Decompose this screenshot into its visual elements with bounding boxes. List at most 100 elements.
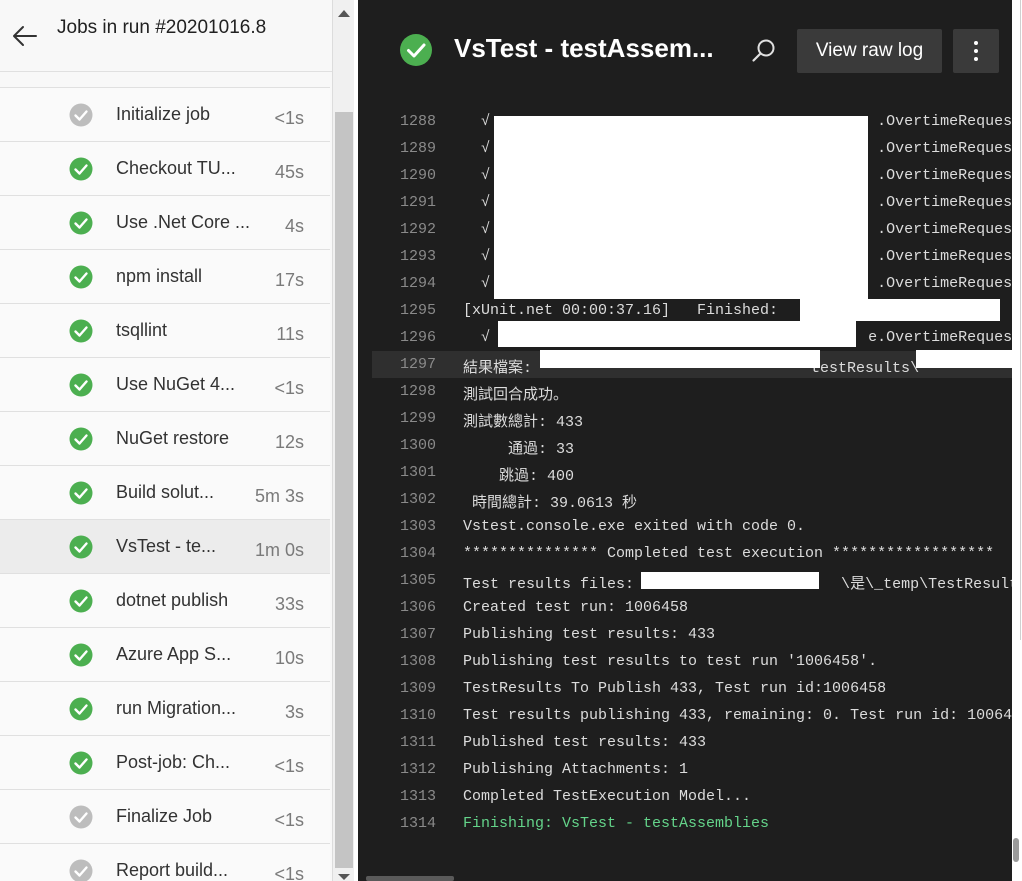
step-item[interactable]: npm install 17s [0, 249, 330, 303]
line-number: 1295 [399, 302, 436, 319]
step-duration: 4s [284, 216, 304, 236]
step-duration: 12s [274, 432, 304, 452]
redaction-box [916, 350, 1012, 368]
left-scrollbar[interactable] [332, 0, 354, 881]
line-number: 1311 [399, 734, 436, 751]
step-name: Build solut... [116, 482, 215, 502]
step-name: Finalize Job [116, 806, 213, 826]
step-duration: 45s [274, 162, 304, 182]
log-line: 1300 通過: 33 [358, 432, 1018, 459]
log-line: 1308 Publishing test results to test run … [358, 648, 1018, 675]
log-line: 1299 測試數總計: 433 [358, 405, 1018, 432]
step-item[interactable]: tsqllint 11s [0, 303, 330, 357]
step-item[interactable]: Initialize job <1s [0, 87, 330, 141]
step-name: npm install [116, 266, 203, 286]
check-circle-icon [69, 751, 93, 775]
check-circle-icon [69, 211, 93, 235]
log-text: 通過: 33 [463, 441, 575, 458]
log-text: Created test run: 1006458 [463, 599, 689, 616]
line-number: 1306 [399, 599, 436, 616]
step-name: tsqllint [116, 320, 168, 340]
step-duration: 1m 0s [254, 540, 304, 560]
check-circle-icon [69, 265, 93, 289]
log-line: 1314 Finishing: VsTest - testAssemblies [358, 810, 1018, 837]
log-text: Test results publishing 433, remaining: … [463, 707, 1013, 724]
step-name: VsTest - te... [116, 536, 217, 556]
step-item[interactable]: Checkout TU... 45s [0, 141, 330, 195]
step-duration: 3s [284, 702, 304, 722]
check-circle-gray-icon [69, 805, 93, 829]
log-line: 1298 測試回合成功。 [358, 378, 1018, 405]
log-scrollbar-thumb[interactable] [1013, 838, 1019, 862]
step-duration: 5m 3s [254, 486, 304, 506]
more-vertical-icon[interactable] [953, 29, 999, 73]
step-name: Initialize job [116, 104, 211, 124]
line-number: 1299 [399, 410, 436, 427]
line-number: 1310 [399, 707, 436, 724]
scroll-down-arrow-icon[interactable] [338, 874, 350, 880]
step-item[interactable]: Build solut... 5m 3s [0, 465, 330, 519]
log-line: 1310 Test results publishing 433, remaini… [358, 702, 1018, 729]
step-name: dotnet publish [116, 590, 229, 610]
log-text: 時間總計: 39.0613 秒 [463, 495, 638, 512]
step-duration: 33s [274, 594, 304, 614]
step-duration: <1s [274, 756, 304, 776]
step-item[interactable]: Use .Net Core ... 4s [0, 195, 330, 249]
arrow-left-icon[interactable] [12, 24, 38, 48]
line-number: 1303 [399, 518, 436, 535]
step-item[interactable]: Finalize Job <1s [0, 789, 330, 843]
log-line: 1304 *************** Completed test execu… [358, 540, 1018, 567]
redaction-box [540, 350, 820, 368]
log-title: VsTest - testAssem... [454, 33, 714, 63]
line-number: 1307 [399, 626, 436, 643]
redaction-box [641, 572, 819, 589]
line-number: 1312 [399, 761, 436, 778]
scroll-up-arrow-icon[interactable] [338, 10, 350, 17]
step-item[interactable]: VsTest - te... 1m 0s [0, 519, 330, 573]
step-item[interactable]: dotnet publish 33s [0, 573, 330, 627]
jobs-panel-header: Jobs in run #20201016.8 [0, 0, 332, 72]
log-line: 1302 時間總計: 39.0613 秒 [358, 486, 1018, 513]
line-number: 1296 [399, 329, 436, 346]
step-duration: 17s [274, 270, 304, 290]
step-duration: <1s [274, 864, 304, 881]
line-number: 1293 [399, 248, 436, 265]
line-number: 1304 [399, 545, 436, 562]
redaction-box [498, 321, 856, 347]
log-text: Finishing: VsTest - testAssemblies [463, 815, 770, 832]
log-text: Published test results: 433 [463, 734, 707, 751]
step-item[interactable]: Report build... <1s [0, 843, 330, 881]
redaction-box [494, 116, 868, 299]
line-number: 1308 [399, 653, 436, 670]
check-circle-icon [69, 535, 93, 559]
line-number: 1298 [399, 383, 436, 400]
step-item[interactable]: Azure App S... 10s [0, 627, 330, 681]
line-number: 1301 [399, 464, 436, 481]
log-line: 1309 TestResults To Publish 433, Test run… [358, 675, 1018, 702]
check-circle-icon [400, 34, 432, 66]
log-text: Completed TestExecution Model... [463, 788, 752, 805]
step-list: Initialize job <1s Checkout TU... 45s Use .N… [0, 87, 330, 881]
log-text: [xUnit.net 00:00:37.16] Finished: [463, 302, 779, 319]
view-raw-log-button[interactable]: View raw log [797, 29, 942, 73]
step-item[interactable]: NuGet restore 12s [0, 411, 330, 465]
line-number: 1300 [399, 437, 436, 454]
left-scrollbar-thumb[interactable] [335, 112, 353, 868]
step-duration: 10s [274, 648, 304, 668]
line-number: 1314 [399, 815, 436, 832]
line-number: 1288 [399, 113, 436, 130]
log-horizontal-scrollbar-thumb[interactable] [366, 876, 454, 881]
step-item[interactable]: run Migration... 3s [0, 681, 330, 735]
log-line: 1313 Completed TestExecution Model... [358, 783, 1018, 810]
line-number: 1292 [399, 221, 436, 238]
line-number: 1309 [399, 680, 436, 697]
step-name: run Migration... [116, 698, 237, 718]
log-text: 跳過: 400 [463, 468, 575, 485]
line-number: 1302 [399, 491, 436, 508]
step-item[interactable]: Post-job: Ch... <1s [0, 735, 330, 789]
log-panel: VsTest - testAssem... View raw log 1288 … [358, 0, 1018, 881]
step-item[interactable]: Use NuGet 4... <1s [0, 357, 330, 411]
search-icon[interactable] [751, 38, 777, 64]
log-scrollbar[interactable] [1012, 0, 1022, 881]
log-text: 測試回合成功。 [463, 387, 569, 404]
